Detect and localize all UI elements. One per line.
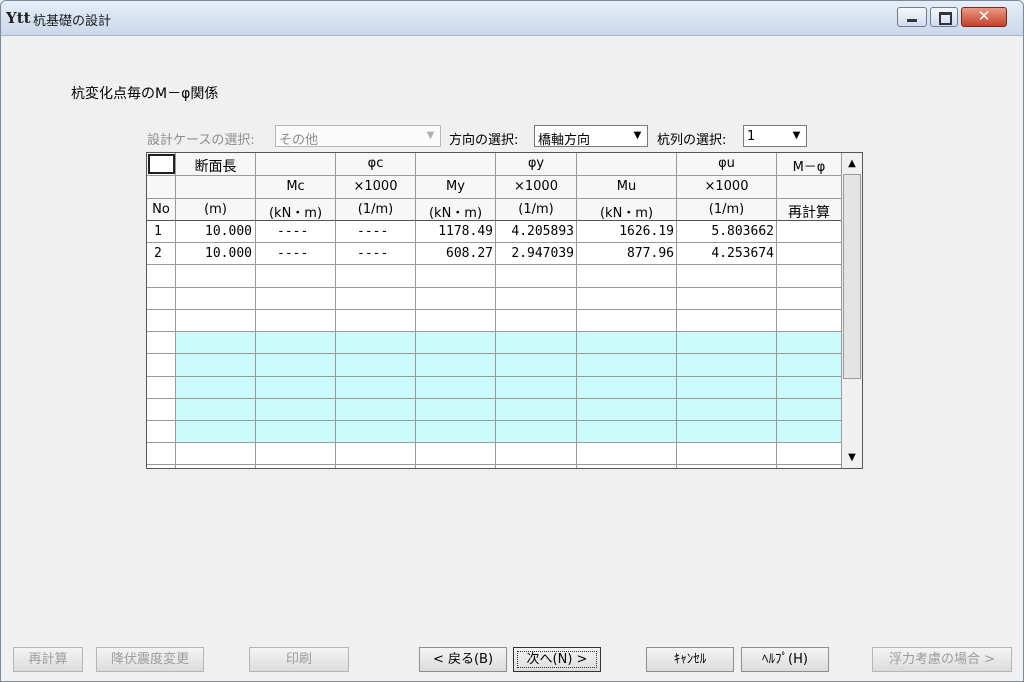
header-phi-c-scale: ×1000 [353,179,398,194]
main-window: Ytt 杭基礎の設計 ✕ 杭変化点毎のM－φ関係 設計ケースの選択: その他 ▼… [0,0,1024,682]
row-2-mu[interactable]: 877.96 [578,246,674,261]
minimize-icon [907,19,917,22]
row-2-phi-y[interactable]: 2.947039 [497,246,574,261]
header-phi-u-scale: ×1000 [704,179,749,194]
back-button[interactable]: < 戻る(B) [419,647,507,672]
scroll-thumb[interactable] [843,174,861,379]
title-bar[interactable]: Ytt 杭基礎の設計 ✕ [1,1,1023,36]
chevron-down-icon: ▼ [426,130,435,141]
header-phi-y: φy [527,156,545,171]
case-select-label: 設計ケースの選択: [147,133,255,148]
header-phi-u: φu [718,156,735,171]
header-unit-phi-u: (1/m) [708,202,745,217]
header-m-phi: M－φ [792,160,826,175]
row-2-phi-c[interactable]: ---- [357,246,388,261]
header-my: My [446,179,465,194]
row-1-mu[interactable]: 1626.19 [578,224,674,239]
header-mc: Mc [286,179,305,194]
window-title: 杭基礎の設計 [33,14,112,29]
header-unit-mc: (kN・m) [268,206,323,221]
row-2-no: 2 [154,246,162,261]
direction-select-label: 方向の選択: [449,133,519,148]
help-button[interactable]: ﾍﾙﾌﾟ(H) [741,647,829,672]
header-mu: Mu [616,179,637,194]
row-1-mc[interactable]: ---- [277,224,308,239]
header-unit-phi-c: (1/m) [357,202,394,217]
cancel-button[interactable]: ｷｬﾝｾﾙ [646,647,734,672]
row-2-mc[interactable]: ---- [277,246,308,261]
chevron-down-icon[interactable]: ▼ [629,127,646,145]
direction-select[interactable]: 橋軸方向 ▼ [534,125,648,148]
row-2-length[interactable]: 10.000 [177,246,252,261]
maximize-icon [939,12,952,25]
direction-select-value: 橋軸方向 [538,133,591,148]
header-unit-my: (kN・m) [428,206,483,221]
print-button[interactable]: 印刷 [249,647,349,672]
minimize-button[interactable] [897,7,927,27]
recalc-button[interactable]: 再計算 [13,647,83,672]
pile-select-value: 1 [747,129,756,144]
row-1-phi-y[interactable]: 4.205893 [497,224,574,239]
row-1-phi-u[interactable]: 5.803662 [678,224,774,239]
header-no: No [152,202,170,217]
scroll-up-icon[interactable]: ▲ [842,154,862,173]
section-heading: 杭変化点毎のM－φ関係 [71,86,219,102]
app-icon: Ytt [6,9,31,27]
close-icon: ✕ [977,7,991,25]
row-2-my[interactable]: 608.27 [417,246,493,261]
mphi-table[interactable]: 断面長 φc φy φu M－φ Mc ×1000 My ×1000 Mu ×1… [146,152,863,469]
header-unit-mu: (kN・m) [599,206,654,221]
case-select-value: その他 [279,133,319,148]
yield-change-button[interactable]: 降伏震度変更 [96,647,204,672]
header-section-length: 断面長 [194,159,237,175]
case-select: その他 ▼ [275,125,441,148]
header-unit-m: (m) [204,202,227,217]
pile-select-label: 杭列の選択: [657,133,727,148]
row-1-my[interactable]: 1178.49 [417,224,493,239]
chevron-down-icon[interactable]: ▼ [788,127,805,145]
row-1-no: 1 [154,224,162,239]
buoyancy-button[interactable]: 浮力考慮の場合 > [872,647,1012,672]
row-1-length[interactable]: 10.000 [177,224,252,239]
close-button[interactable]: ✕ [961,7,1007,27]
header-unit-phi-y: (1/m) [518,202,554,217]
row-2-phi-u[interactable]: 4.253674 [678,246,774,261]
header-phi-c: φc [367,156,384,171]
maximize-button[interactable] [930,7,958,27]
scroll-down-icon[interactable]: ▼ [842,448,862,467]
row-1-phi-c[interactable]: ---- [357,224,388,239]
header-recalc: 再計算 [788,205,830,221]
highlighted-rows [176,331,841,442]
pile-select[interactable]: 1 ▼ [743,125,807,147]
header-phi-y-scale: ×1000 [514,179,558,194]
select-all-cell[interactable] [148,154,175,174]
vertical-scrollbar[interactable]: ▲ ▼ [841,153,862,468]
next-button[interactable]: 次へ(N) > [513,647,601,672]
